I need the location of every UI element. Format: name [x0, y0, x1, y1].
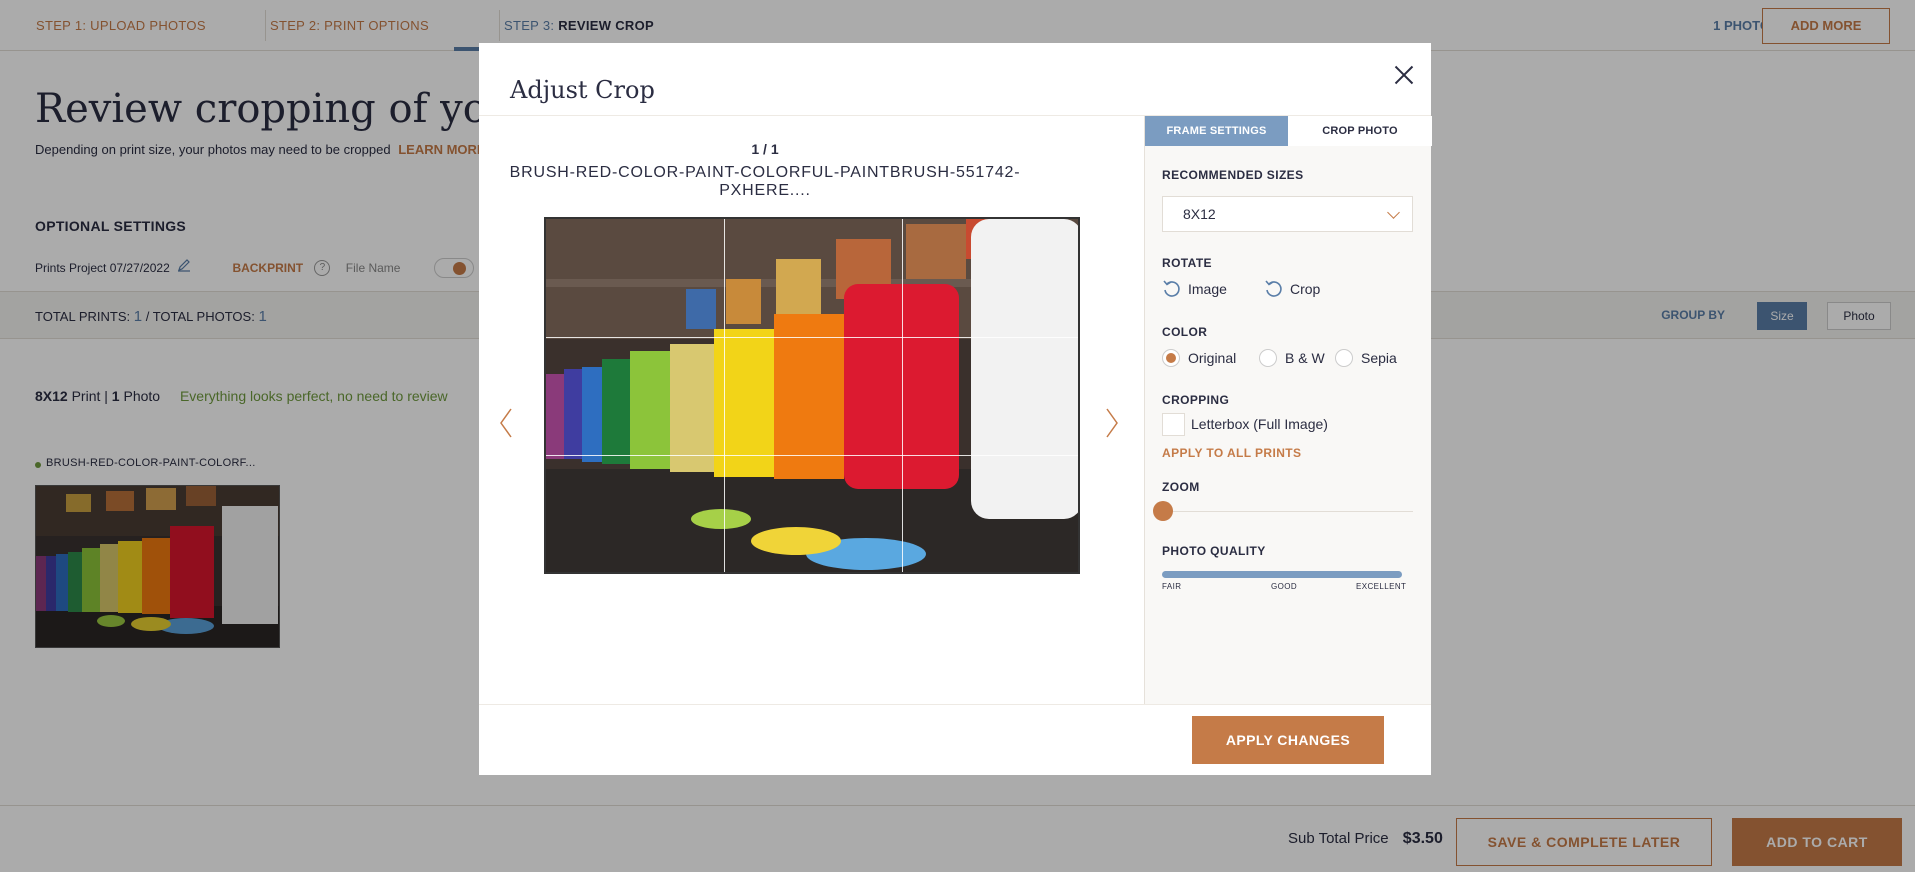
- chevron-down-icon: [1387, 206, 1400, 219]
- letterbox-checkbox[interactable]: Letterbox (Full Image): [1162, 413, 1328, 436]
- zoom-slider-handle[interactable]: [1153, 501, 1173, 521]
- apply-to-all-prints-link[interactable]: APPLY TO ALL PRINTS: [1162, 446, 1301, 460]
- modal-title: Adjust Crop: [510, 76, 655, 104]
- apply-changes-button[interactable]: APPLY CHANGES: [1192, 716, 1384, 764]
- crop-settings-panel: FRAME SETTINGS CROP PHOTO RECOMMENDED SI…: [1144, 116, 1432, 705]
- zoom-slider-track[interactable]: [1162, 511, 1413, 512]
- color-label: COLOR: [1162, 325, 1208, 339]
- crop-grid-line: [546, 455, 1078, 456]
- crop-grid-line: [724, 219, 725, 572]
- rotate-icon: [1265, 280, 1282, 297]
- close-icon[interactable]: [1390, 61, 1418, 89]
- previous-image-icon[interactable]: [499, 408, 513, 438]
- rotate-crop-button[interactable]: Crop: [1264, 278, 1320, 300]
- photo-quality-label: PHOTO QUALITY: [1162, 544, 1266, 558]
- crop-area[interactable]: [544, 217, 1080, 574]
- selected-size: 8X12: [1183, 206, 1216, 222]
- modal-footer-divider: [479, 704, 1431, 705]
- next-image-icon[interactable]: [1105, 408, 1119, 438]
- image-counter: 1 / 1: [751, 141, 779, 157]
- color-original-radio[interactable]: Original: [1162, 347, 1236, 369]
- rotate-image-button[interactable]: Image: [1162, 278, 1227, 300]
- photo-quality-bar: [1162, 571, 1402, 578]
- quality-excellent: EXCELLENT: [1356, 582, 1407, 591]
- color-bw-radio[interactable]: B & W: [1259, 347, 1325, 369]
- color-sepia-radio[interactable]: Sepia: [1335, 347, 1397, 369]
- rotate-icon: [1163, 280, 1180, 297]
- quality-fair: FAIR: [1162, 582, 1182, 591]
- zoom-label: ZOOM: [1162, 480, 1200, 494]
- rotate-image-label: Image: [1188, 281, 1227, 297]
- paint-bottles-photo: [546, 219, 1078, 572]
- crop-grid-line: [902, 219, 903, 572]
- recommended-sizes-label: RECOMMENDED SIZES: [1162, 168, 1304, 182]
- tab-frame-settings[interactable]: FRAME SETTINGS: [1145, 116, 1288, 146]
- adjust-crop-modal: Adjust Crop 1 / 1 BRUSH-RED-COLOR-PAINT-…: [479, 43, 1432, 775]
- crop-grid-line: [546, 337, 1078, 338]
- rotate-label: ROTATE: [1162, 256, 1212, 270]
- cropping-label: CROPPING: [1162, 393, 1230, 407]
- tab-crop-photo[interactable]: CROP PHOTO: [1288, 116, 1432, 146]
- quality-good: GOOD: [1271, 582, 1298, 591]
- recommended-size-select[interactable]: 8X12: [1162, 196, 1413, 232]
- rotate-crop-label: Crop: [1290, 281, 1321, 297]
- image-filename: BRUSH-RED-COLOR-PAINT-COLORFUL-PAINTBRUS…: [509, 164, 1021, 199]
